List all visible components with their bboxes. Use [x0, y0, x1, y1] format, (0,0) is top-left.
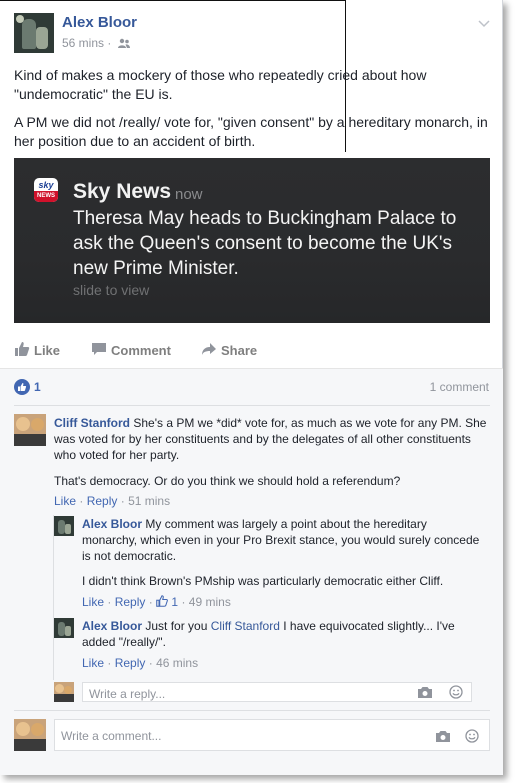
- mention-link[interactable]: Cliff Stanford: [211, 619, 280, 633]
- sky-news-logo: sky NEWS: [34, 178, 58, 202]
- comment-input[interactable]: Write a comment...: [54, 719, 490, 751]
- post-meta: 56 mins ·: [62, 36, 130, 50]
- thumbs-up-outline-icon: [156, 595, 168, 607]
- post-card: Alex Bloor 56 mins · Kind of makes a moc…: [0, 0, 503, 775]
- comment-like-link[interactable]: Like: [54, 494, 76, 508]
- reply-text: My comment was largely a point about the…: [82, 517, 480, 563]
- reply-body: Alex Bloor My comment was largely a poin…: [82, 516, 482, 564]
- post-paragraph-2: A PM we did not /really/ vote for, "give…: [14, 114, 488, 149]
- divider: [14, 710, 490, 711]
- reply-time[interactable]: 46 mins: [156, 656, 198, 670]
- reply-avatar[interactable]: [54, 618, 74, 638]
- reply-avatar[interactable]: [54, 516, 74, 536]
- post-header: Alex Bloor 56 mins ·: [14, 13, 494, 53]
- reply-like-count[interactable]: 1: [171, 595, 178, 609]
- reply-input-placeholder: Write a reply...: [89, 687, 166, 701]
- reply-author[interactable]: Alex Bloor: [82, 619, 142, 633]
- comment-author[interactable]: Cliff Stanford: [54, 416, 130, 430]
- camera-icon[interactable]: [435, 729, 451, 743]
- comment-input-placeholder: Write a comment...: [61, 729, 162, 743]
- share-arrow-icon: [202, 343, 216, 355]
- reply-item: Alex Bloor Just for you Cliff Stanford I…: [54, 618, 490, 674]
- post-text: Kind of makes a mockery of those who rep…: [14, 66, 494, 160]
- reply-text-2: I didn't think Brown's PMship was partic…: [82, 574, 444, 588]
- author-avatar[interactable]: [14, 13, 54, 53]
- comment-item: Cliff Stanford She's a PM we *did* vote …: [14, 414, 490, 514]
- feedback-section: 1 1 comment Cliff Stanford She's a PM we…: [0, 368, 503, 775]
- comment-count[interactable]: 1 comment: [430, 380, 489, 394]
- like-count: 1: [34, 380, 41, 394]
- comment-icon: [92, 343, 106, 355]
- notification-time: now: [175, 186, 203, 203]
- reply-input-avatar: [54, 682, 74, 702]
- notification-source: Sky News: [73, 180, 172, 203]
- reply-like-link[interactable]: Like: [82, 656, 104, 670]
- post-actions: Like Comment Share: [14, 338, 490, 362]
- reply-like-link[interactable]: Like: [82, 595, 104, 609]
- emoji-icon[interactable]: [465, 729, 479, 743]
- reply-reply-link[interactable]: Reply: [115, 595, 146, 609]
- post-options-chevron-icon[interactable]: [478, 15, 490, 31]
- commenter-avatar[interactable]: [14, 414, 46, 446]
- divider: [14, 405, 490, 406]
- emoji-icon[interactable]: [449, 685, 463, 699]
- reply-body: Alex Bloor Just for you Cliff Stanford I…: [82, 618, 482, 650]
- like-bubble-icon: [14, 379, 30, 395]
- comment-text-2: That's democracy. Or do you think we sho…: [54, 474, 401, 488]
- camera-icon[interactable]: [417, 685, 433, 699]
- notification-body: Theresa May heads to Buckingham Palace t…: [73, 208, 457, 279]
- thumbs-up-icon: [15, 342, 30, 356]
- reply-item: Alex Bloor My comment was largely a poin…: [54, 516, 490, 612]
- comment-input-avatar: [14, 719, 46, 751]
- reply-actions: Like · Reply · 1 · 49 mins: [82, 595, 231, 609]
- crop-border-top: [0, 0, 346, 1]
- reply-author[interactable]: Alex Bloor: [82, 517, 142, 531]
- reply-reply-link[interactable]: Reply: [115, 656, 146, 670]
- post-paragraph-1: Kind of makes a mockery of those who rep…: [14, 67, 427, 102]
- post-author[interactable]: Alex Bloor: [62, 14, 137, 31]
- reply-input[interactable]: Write a reply...: [82, 682, 472, 702]
- comment-time[interactable]: 51 mins: [128, 494, 170, 508]
- reply-time[interactable]: 49 mins: [189, 595, 231, 609]
- reply-actions: Like · Reply · 46 mins: [82, 656, 199, 670]
- comment-body: Cliff Stanford She's a PM we *did* vote …: [54, 415, 490, 463]
- comment-actions: Like · Reply · 51 mins: [54, 494, 171, 508]
- friends-icon[interactable]: [117, 38, 130, 48]
- post-time[interactable]: 56 mins: [62, 36, 104, 50]
- reply-prefix: Just for you: [145, 619, 208, 633]
- shared-screenshot[interactable]: sky NEWS Sky News now Theresa May heads …: [14, 158, 490, 323]
- comment-reply-link[interactable]: Reply: [87, 494, 118, 508]
- notification-hint: slide to view: [73, 282, 150, 298]
